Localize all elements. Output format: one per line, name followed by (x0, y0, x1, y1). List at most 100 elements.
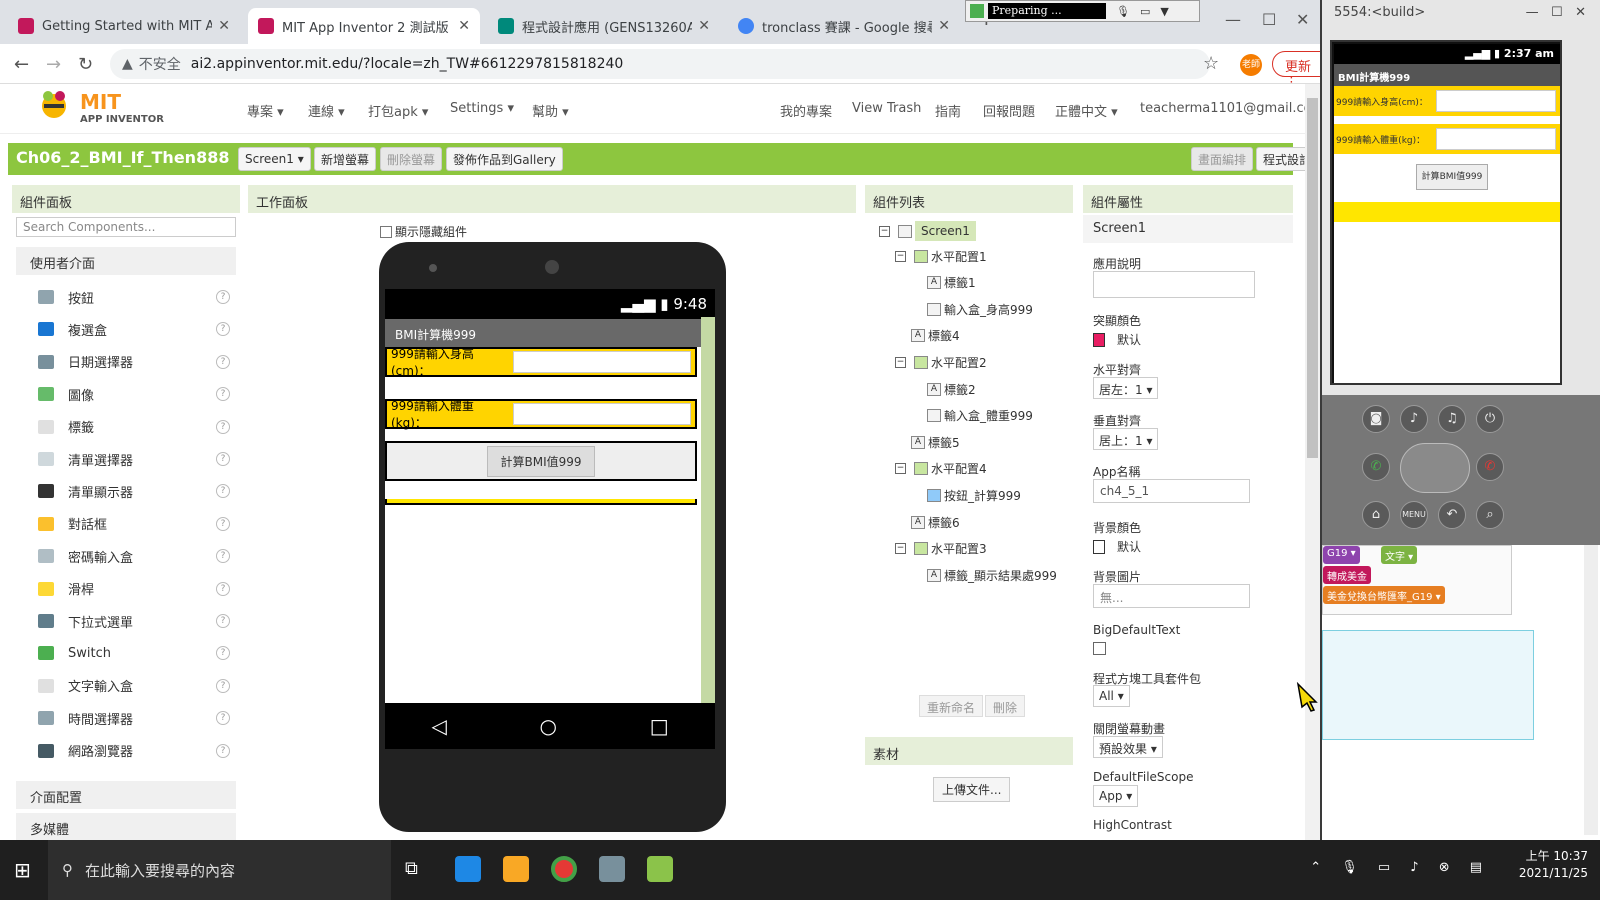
scrollbar-thumb[interactable] (1307, 98, 1318, 458)
show-hidden-checkbox[interactable]: 顯示隱藏組件 (380, 223, 467, 240)
menu-connect[interactable]: 連線 ▾ (308, 101, 345, 120)
menu-build[interactable]: 打包apk ▾ (368, 101, 428, 120)
block-procedure[interactable]: 轉成美金 (1323, 566, 1371, 584)
palette-item[interactable]: 按鈕? (30, 283, 230, 311)
close-tab-icon[interactable]: ✕ (698, 18, 710, 34)
tree-node[interactable]: 按鈕_計算999 (927, 487, 1021, 504)
palette-item[interactable]: 清單顯示器? (30, 477, 230, 505)
rename-button[interactable]: 重新命名 (919, 695, 984, 717)
tree-node[interactable]: 輸入盒_體重999 (927, 407, 1033, 424)
android-emulator-icon[interactable] (647, 856, 673, 882)
back-icon[interactable]: ↶ (1438, 501, 1466, 529)
category-layout[interactable]: 介面配置 (16, 781, 236, 809)
collapse-toggle-icon[interactable]: − (895, 543, 906, 555)
tab-app-inventor[interactable]: MIT App Inventor 2 測試版 ✕ (248, 8, 480, 44)
search-icon[interactable]: ⌕ (1476, 501, 1504, 529)
category-media[interactable]: 多媒體 (16, 813, 236, 841)
tree-node[interactable]: A 標籤_顯示結果處999 (927, 567, 1057, 584)
block-getter[interactable]: 美金兌換台幣匯率_G19 ▾ (1323, 586, 1445, 604)
menu-help[interactable]: 幫助 ▾ (532, 101, 569, 120)
tree-node[interactable]: − 水平配置2 (895, 354, 987, 371)
task-view-icon[interactable]: ⧉ (405, 858, 418, 879)
reload-icon[interactable]: ↻ (78, 54, 93, 75)
weight-textbox[interactable] (513, 403, 691, 425)
block-text[interactable]: 文字 ▾ (1381, 546, 1418, 564)
close-tab-icon[interactable]: ✕ (458, 18, 470, 34)
palette-item[interactable]: 對話框? (30, 510, 230, 538)
palette-item[interactable]: 密碼輸入盒? (30, 542, 230, 570)
tree-node[interactable]: A 標籤5 (911, 434, 960, 451)
menu-icon[interactable]: MENU (1400, 501, 1428, 529)
collapse-toggle-icon[interactable]: − (895, 357, 906, 368)
menu-view-trash[interactable]: View Trash (852, 101, 921, 116)
search-components-input[interactable]: Search Components... (16, 217, 236, 237)
emu-weight-textbox[interactable] (1436, 128, 1556, 150)
help-icon[interactable]: ? (216, 419, 230, 434)
result-row[interactable] (385, 499, 697, 505)
forward-icon[interactable]: → (46, 54, 61, 75)
help-icon[interactable]: ? (216, 743, 230, 758)
tree-node[interactable]: A 標籤1 (927, 274, 976, 291)
palette-item[interactable]: Switch? (30, 639, 230, 667)
volume-up-icon[interactable]: ♫ (1438, 405, 1466, 433)
minimize-icon[interactable]: — (1225, 10, 1241, 29)
tree-node[interactable]: A 標籤4 (911, 327, 960, 344)
collapse-toggle-icon[interactable]: − (895, 463, 906, 475)
tab-course[interactable]: 程式設計應用 (GENS13260A1) - ✕ (488, 8, 720, 44)
tab-getting-started[interactable]: Getting Started with MIT App I ✕ (8, 8, 240, 44)
tree-node[interactable]: − Screen1 (879, 221, 976, 241)
palette-item[interactable]: 滑桿? (30, 575, 230, 603)
emu-calc-button[interactable]: 計算BMI值999 (1416, 164, 1488, 190)
accent-color-picker[interactable]: 默认 (1093, 331, 1141, 348)
menu-settings[interactable]: Settings ▾ (450, 101, 514, 116)
palette-item[interactable]: 日期選擇器? (30, 348, 230, 376)
palette-item[interactable]: 時間選擇器? (30, 704, 230, 732)
home-icon[interactable]: ⌂ (1362, 501, 1390, 529)
button-row[interactable]: 計算BMI值999 (385, 441, 697, 481)
help-icon[interactable]: ? (216, 516, 230, 531)
windows-start-icon[interactable]: ⊞ (14, 858, 31, 882)
taskbar-search[interactable]: ⚲ 在此輸入要搜尋的內容 (48, 840, 391, 900)
tree-node[interactable]: A 標籤6 (911, 514, 960, 531)
profile-avatar[interactable]: 老師 (1240, 54, 1262, 76)
help-icon[interactable]: ? (216, 484, 230, 499)
url-bar[interactable]: ▲ 不安全 ai2.appinventor.mit.edu/?locale=zh… (110, 49, 1210, 79)
help-icon[interactable]: ? (216, 646, 230, 661)
file-explorer-icon[interactable] (503, 856, 529, 882)
camera-off-icon[interactable]: ▭ (1140, 5, 1150, 18)
edge-browser-icon[interactable] (455, 856, 481, 882)
palette-item[interactable]: 標籤? (30, 413, 230, 441)
publish-gallery-button[interactable]: 發佈作品到Gallery (446, 147, 563, 171)
close-tab-icon[interactable]: ✕ (938, 18, 950, 34)
tree-node[interactable]: − 水平配置4 (895, 460, 987, 477)
menu-language[interactable]: 正體中文 ▾ (1055, 101, 1118, 120)
microphone-icon[interactable]: 🎙 (1116, 5, 1130, 18)
help-icon[interactable]: ? (216, 614, 230, 628)
palette-item[interactable]: 圖像? (30, 380, 230, 408)
close-animation-select[interactable]: 預設效果 ▾ (1093, 736, 1163, 758)
camera-icon[interactable]: ◙ (1362, 405, 1390, 433)
taskbar-clock[interactable]: 上午 10:37 2021/11/25 (1519, 848, 1588, 882)
help-icon[interactable]: ? (216, 678, 230, 693)
filescope-select[interactable]: App ▾ (1093, 785, 1139, 807)
bookmark-star-icon[interactable]: ☆ (1203, 53, 1219, 74)
collapse-toggle-icon[interactable]: − (895, 250, 906, 262)
page-scrollbar[interactable] (1305, 84, 1320, 840)
power-icon[interactable]: ⏻ (1476, 405, 1504, 433)
menu-my-projects[interactable]: 我的專案 (780, 101, 832, 120)
tab-google[interactable]: tronclass 賽課 - Google 搜尋 ✕ (728, 8, 960, 44)
end-call-icon[interactable]: ✆ (1476, 453, 1504, 481)
tree-node[interactable]: − 水平配置1 (895, 248, 987, 265)
dropdown-icon[interactable]: ▼ (1160, 5, 1168, 18)
halign-select[interactable]: 居左：1 ▾ (1093, 377, 1159, 399)
screen-select[interactable]: Screen1 ▾ (238, 147, 311, 171)
palette-item[interactable]: 下拉式選單? (30, 607, 230, 635)
palette-item[interactable]: 文字輸入盒? (30, 672, 230, 700)
dpad-control[interactable] (1400, 443, 1470, 493)
palette-item[interactable]: 清單選擇器? (30, 445, 230, 473)
help-icon[interactable]: ? (216, 290, 230, 304)
toolkit-select[interactable]: All ▾ (1093, 685, 1130, 707)
menu-guide[interactable]: 指南 (935, 101, 961, 120)
appname-input[interactable]: ch4_5_1 (1093, 479, 1250, 503)
bgimage-input[interactable]: 無... (1093, 584, 1250, 608)
